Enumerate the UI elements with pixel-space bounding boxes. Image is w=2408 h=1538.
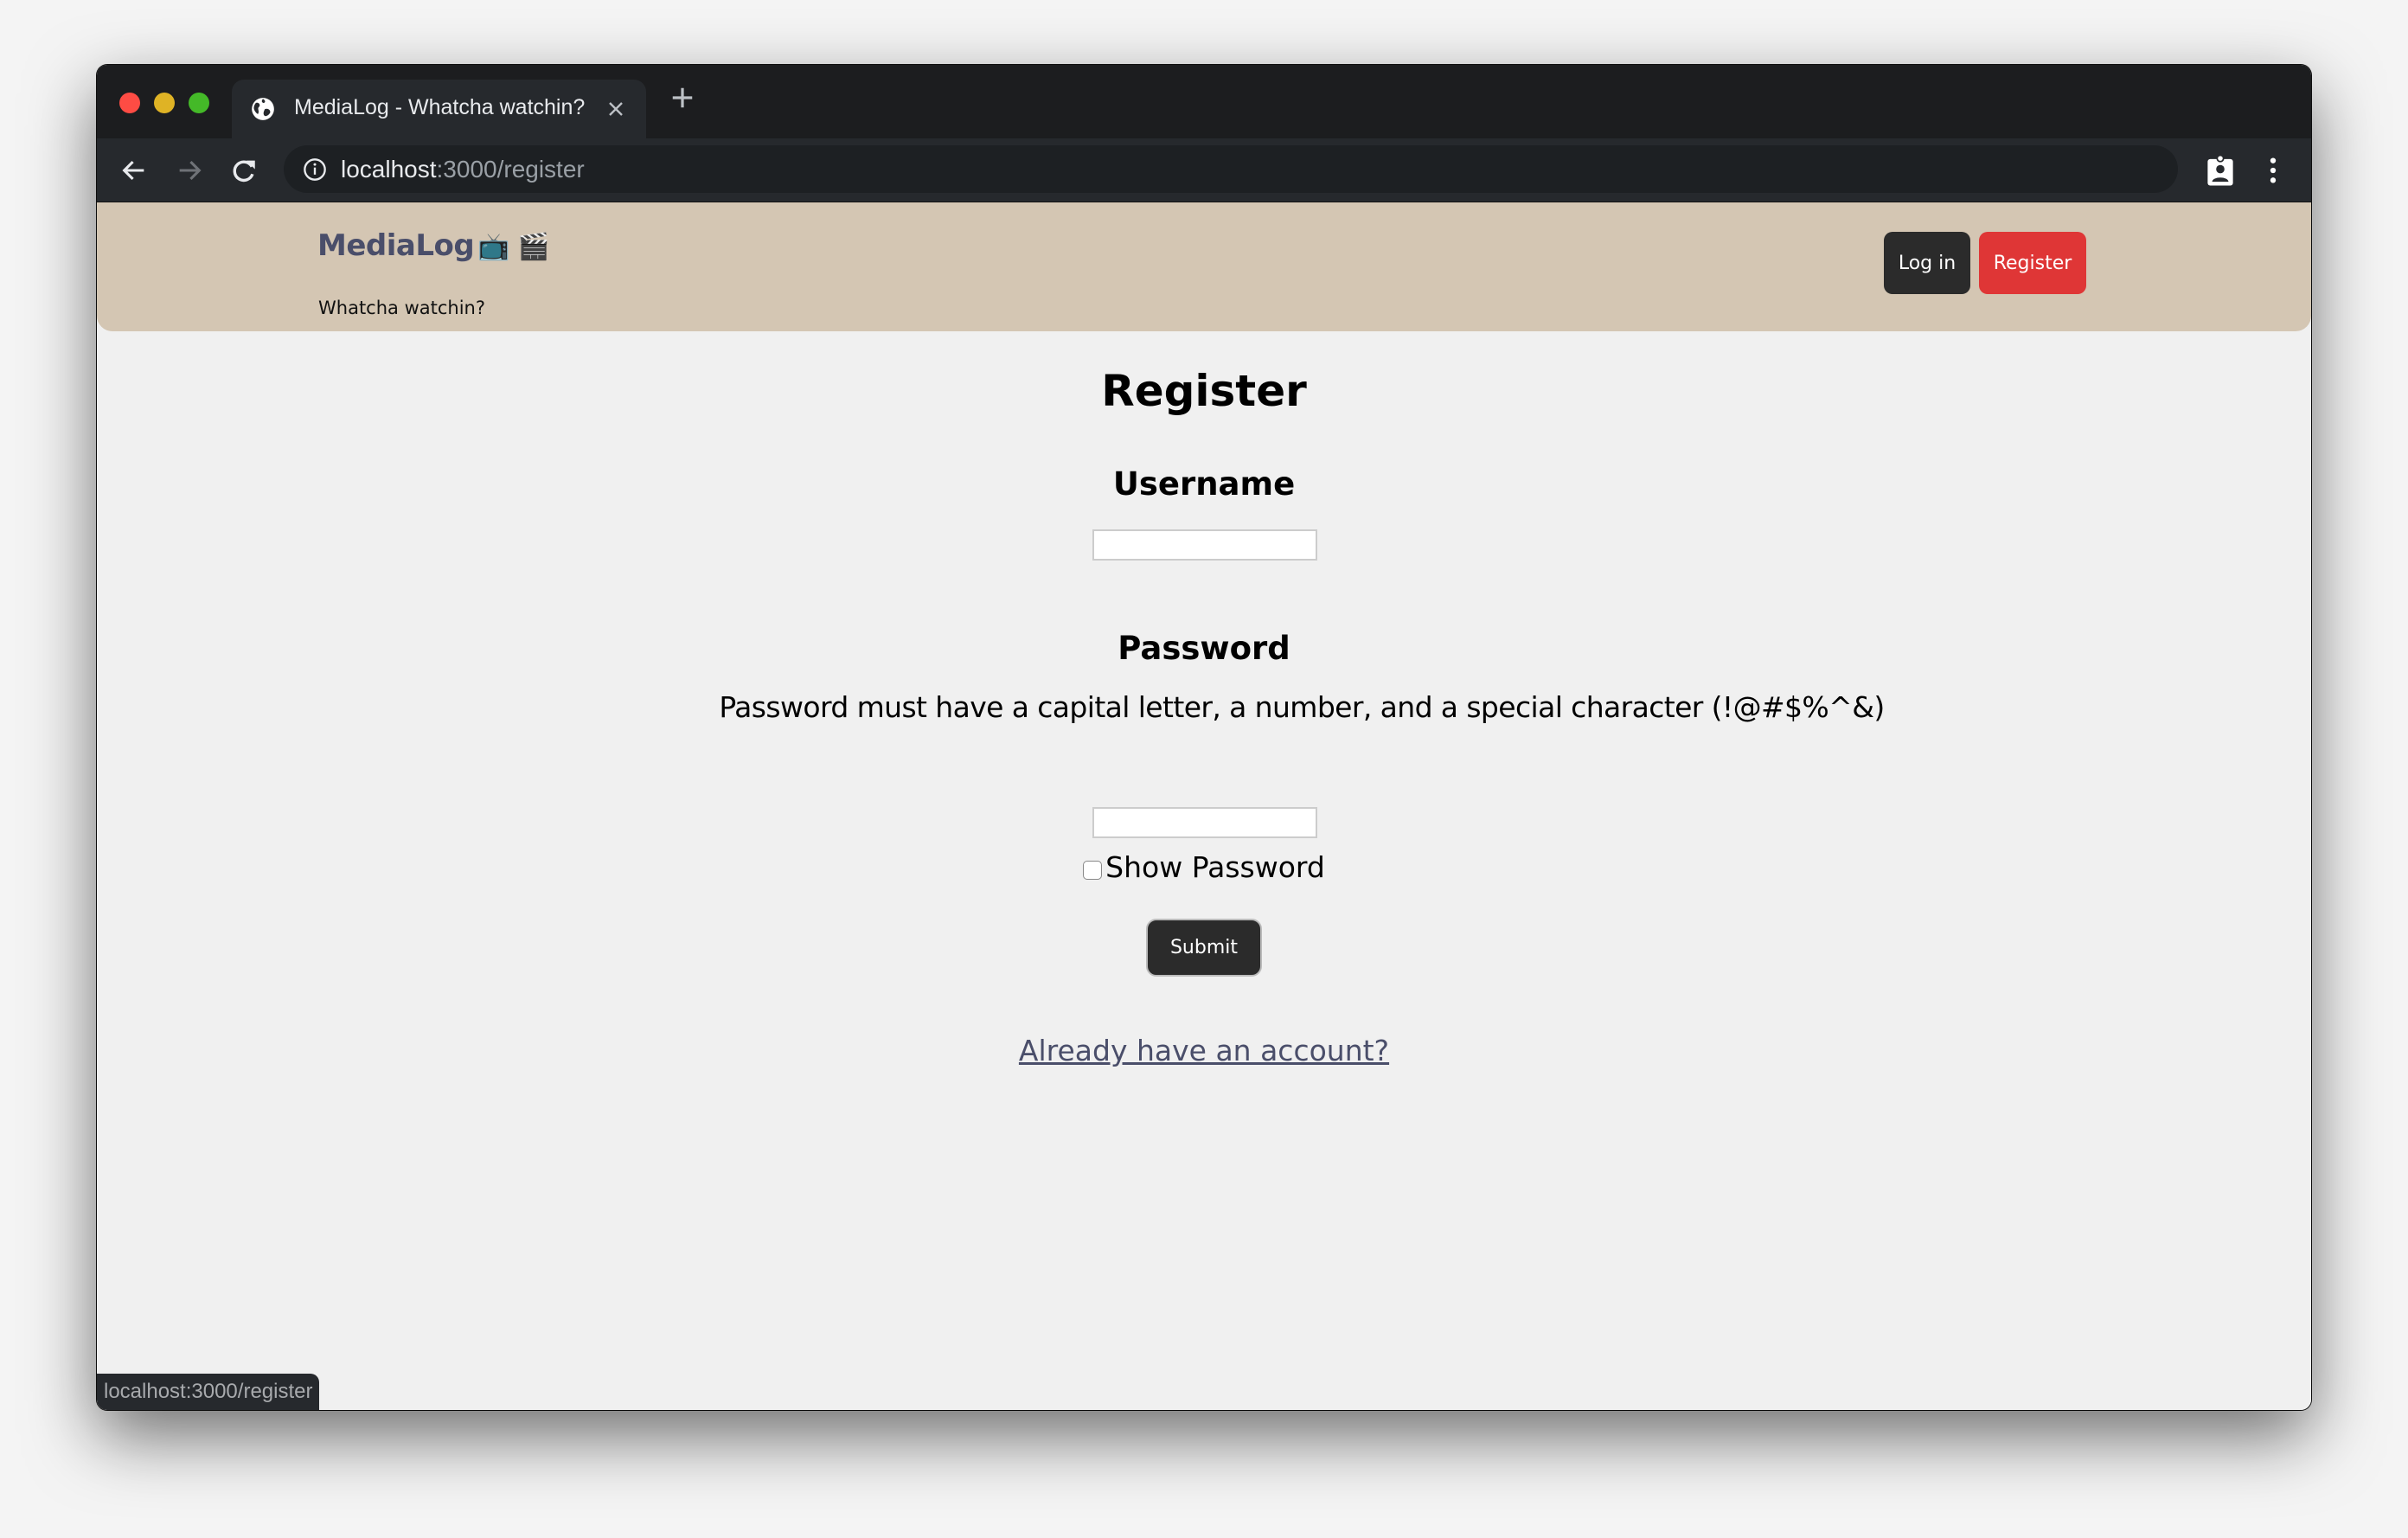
- site-logo[interactable]: MediaLog 📺 🎬: [317, 228, 549, 263]
- site-tagline: Whatcha watchin?: [318, 298, 485, 318]
- tv-clapper-icon: 📺 🎬: [477, 232, 549, 262]
- show-password-row: Show Password: [97, 850, 2311, 887]
- url-host: localhost: [341, 156, 437, 183]
- password-label: Password: [1118, 630, 1290, 667]
- login-button[interactable]: Log in: [1884, 232, 1970, 294]
- globe-icon: [252, 98, 274, 120]
- arrow-right-icon[interactable]: [175, 156, 204, 185]
- logo-text: MediaLog: [317, 228, 475, 263]
- username-label: Username: [1112, 465, 1296, 503]
- url-text: localhost:3000/register: [341, 156, 585, 183]
- show-password-checkbox[interactable]: [1083, 860, 1103, 880]
- status-bar-url: localhost:3000/register: [97, 1374, 320, 1410]
- register-button[interactable]: Register: [1979, 232, 2086, 294]
- close-icon[interactable]: [605, 99, 626, 119]
- web-page: MediaLog 📺 🎬 Whatcha watchin? Log in Regi…: [97, 202, 2311, 1410]
- show-password-label[interactable]: Show Password: [1105, 850, 1325, 884]
- minimize-window-button[interactable]: [154, 93, 175, 113]
- tab-strip: MediaLog - Whatcha watchin?: [97, 65, 2311, 138]
- site-header: MediaLog 📺 🎬 Whatcha watchin? Log in Regi…: [97, 202, 2311, 331]
- login-link-row: Already have an account?: [97, 1034, 2311, 1067]
- submit-button[interactable]: Submit: [1146, 919, 1262, 977]
- username-input[interactable]: [1092, 529, 1317, 561]
- profile-badge-icon[interactable]: [2205, 154, 2236, 187]
- address-bar[interactable]: localhost:3000/register: [284, 145, 2178, 193]
- browser-window: MediaLog - Whatcha watchin? localhost:30…: [97, 65, 2311, 1410]
- password-hint: Password must have a capital letter, a n…: [719, 690, 1885, 724]
- kebab-menu-icon[interactable]: [2264, 156, 2282, 185]
- reload-icon[interactable]: [229, 156, 259, 185]
- plus-icon[interactable]: [669, 85, 695, 111]
- page-title: Register: [1101, 366, 1307, 416]
- close-window-button[interactable]: [119, 93, 140, 113]
- url-path: :3000/register: [436, 156, 585, 183]
- maximize-window-button[interactable]: [189, 93, 209, 113]
- tab-title: MediaLog - Whatcha watchin?: [294, 95, 586, 119]
- browser-toolbar: localhost:3000/register: [97, 138, 2311, 202]
- browser-tab[interactable]: MediaLog - Whatcha watchin?: [232, 80, 646, 138]
- info-icon[interactable]: [303, 157, 327, 182]
- arrow-left-icon[interactable]: [119, 156, 149, 185]
- already-have-account-link[interactable]: Already have an account?: [1019, 1034, 1389, 1067]
- password-input[interactable]: [1092, 807, 1317, 838]
